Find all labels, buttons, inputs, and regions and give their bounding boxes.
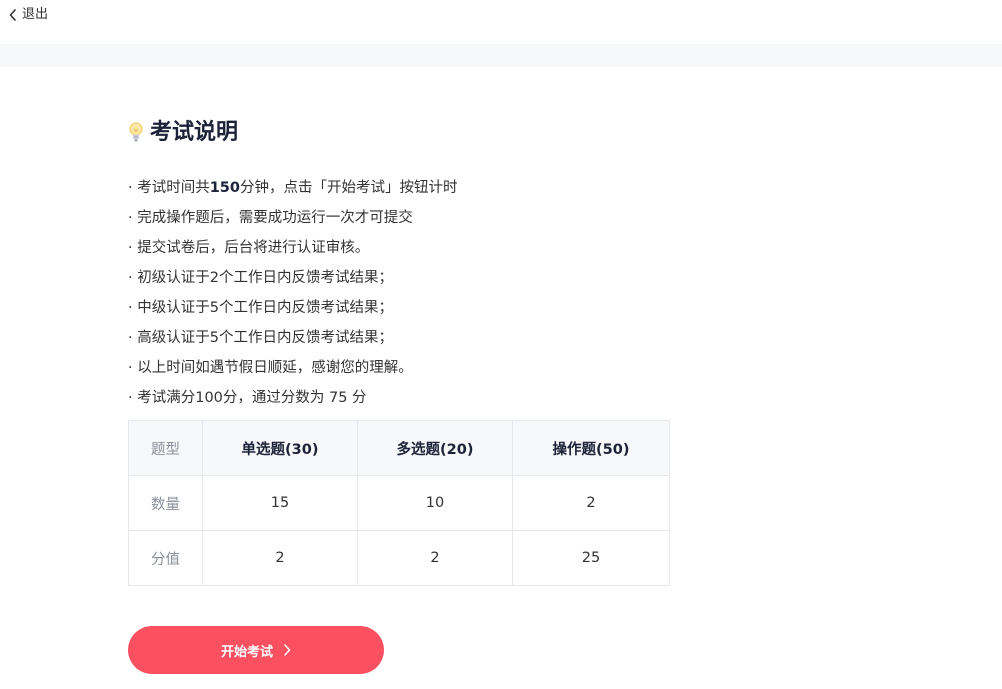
table-row: 分值 2 2 25 bbox=[128, 530, 670, 586]
table-cell: 2 bbox=[202, 530, 358, 586]
start-exam-button[interactable]: 开始考试 bbox=[128, 626, 384, 674]
table-header-label: 题型 bbox=[128, 420, 203, 476]
instructions-title-row: 考试说明 bbox=[128, 118, 238, 148]
lightbulb-icon bbox=[128, 121, 144, 145]
instruction-item: · 以上时间如遇节假日顺延，感谢您的理解。 bbox=[128, 360, 413, 376]
table-cell: 2 bbox=[512, 475, 670, 531]
exit-button[interactable]: 退出 bbox=[8, 5, 48, 25]
table-column-header: 多选题(20) bbox=[357, 420, 513, 476]
table-row-label: 分值 bbox=[128, 530, 203, 586]
start-exam-label: 开始考试 bbox=[220, 644, 273, 660]
instruction-list: · 考试时间共150分钟，点击「开始考试」按钮计时 · 完成操作题后，需要成功运… bbox=[128, 173, 458, 413]
table-column-header: 操作题(50) bbox=[512, 420, 670, 476]
question-type-table: 题型 单选题(30) 多选题(20) 操作题(50) 数量 15 10 2 分值… bbox=[128, 420, 670, 586]
instruction-item: · 中级认证于5个工作日内反馈考试结果； bbox=[128, 300, 393, 316]
exit-label: 退出 bbox=[22, 7, 49, 22]
table-cell: 2 bbox=[357, 530, 513, 586]
instruction-item: · 高级认证于5个工作日内反馈考试结果； bbox=[128, 330, 393, 346]
table-cell: 15 bbox=[202, 475, 358, 531]
header-divider-band bbox=[0, 44, 1002, 67]
table-cell: 10 bbox=[357, 475, 513, 531]
top-bar: 退出 bbox=[0, 0, 1002, 44]
instruction-item: · 初级认证于2个工作日内反馈考试结果； bbox=[128, 270, 393, 286]
table-column-header: 单选题(30) bbox=[202, 420, 358, 476]
instruction-item: · 考试时间共150分钟，点击「开始考试」按钮计时 bbox=[128, 180, 458, 196]
table-row: 数量 15 10 2 bbox=[128, 475, 670, 531]
instruction-item: · 考试满分100分，通过分数为 75 分 bbox=[128, 390, 367, 406]
page-title: 考试说明 bbox=[150, 120, 239, 145]
table-cell: 25 bbox=[512, 530, 670, 586]
chevron-right-icon bbox=[283, 644, 291, 656]
instruction-item: · 完成操作题后，需要成功运行一次才可提交 bbox=[128, 210, 413, 226]
table-row-label: 数量 bbox=[128, 475, 203, 531]
table-header-row: 题型 单选题(30) 多选题(20) 操作题(50) bbox=[128, 420, 670, 476]
chevron-left-icon bbox=[8, 9, 18, 21]
instruction-item: · 提交试卷后，后台将进行认证审核。 bbox=[128, 240, 370, 256]
